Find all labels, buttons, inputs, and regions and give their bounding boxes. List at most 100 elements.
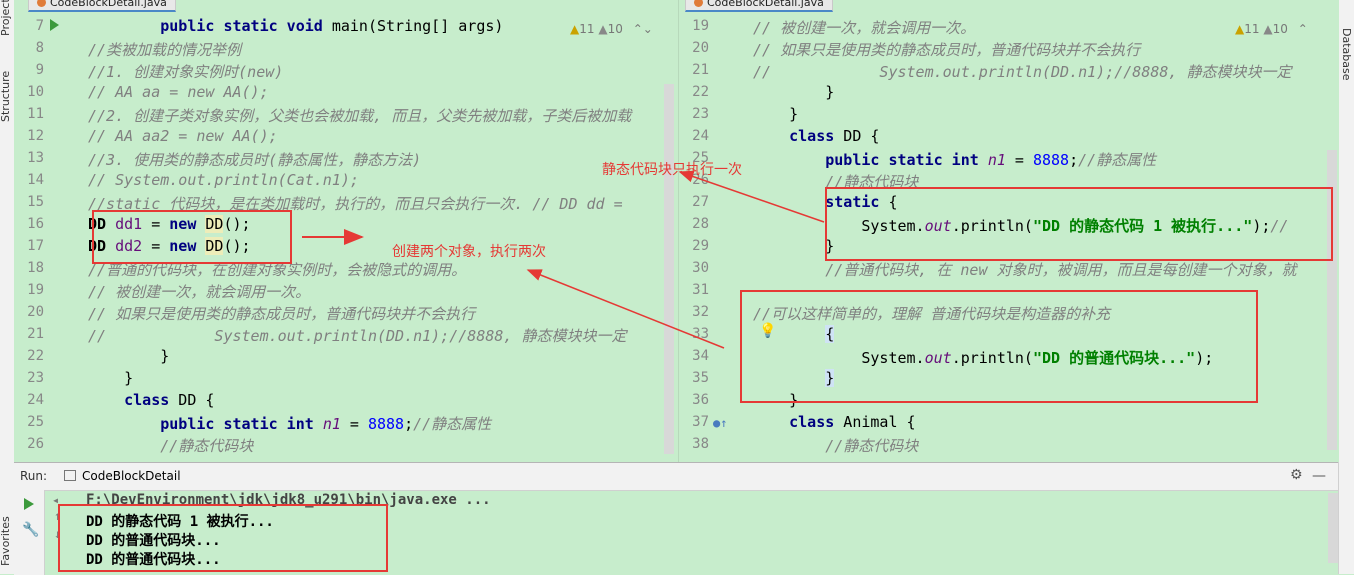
code-line[interactable]: // 被创建一次，就会调用一次。 [753, 17, 975, 38]
line-number: 22 [27, 348, 44, 364]
line-number: 23 [27, 370, 44, 386]
line-number: 29 [692, 238, 709, 254]
run-gutter-icon[interactable] [50, 19, 59, 31]
editor-tab-right[interactable]: CodeBlockDetail.java [685, 0, 833, 12]
line-number: 24 [692, 128, 709, 144]
annotation-static-once: 静态代码块只执行一次 [602, 162, 742, 178]
run-toolbar: 🔧 [14, 490, 45, 575]
run-config-label: CodeBlockDetail [82, 469, 181, 483]
line-number: 37 [692, 414, 709, 430]
warning-icon: ▲ [570, 22, 580, 36]
left-tool-strip: Project Structure Favorites [0, 0, 15, 574]
line-number: 10 [27, 84, 44, 100]
code-line[interactable]: //静态代码块 [88, 435, 253, 456]
editor-scrollbar-left[interactable] [664, 84, 674, 454]
console-scrollbar[interactable] [1328, 493, 1338, 563]
annotation-box-new-objects [92, 210, 292, 264]
code-line[interactable]: public static void main(String[] args) [88, 17, 503, 35]
line-number: 35 [692, 370, 709, 386]
line-number: 31 [692, 282, 709, 298]
line-number: 34 [692, 348, 709, 364]
line-number: 9 [35, 62, 44, 78]
code-line[interactable]: // AA aa = new AA(); [88, 83, 269, 101]
line-number: 27 [692, 194, 709, 210]
code-line[interactable]: // 如果只是使用类的静态成员时，普通代码块并不会执行 [88, 303, 475, 324]
inspection-hints[interactable]: ▲11 ▲10 ⌃⌄ [570, 22, 653, 36]
code-line[interactable]: public static int n1 = 8888;//静态属性 [753, 149, 1156, 170]
line-number: 15 [27, 194, 44, 210]
line-number: 19 [27, 282, 44, 298]
code-line[interactable]: } [88, 347, 169, 365]
run-config-tab[interactable]: CodeBlockDetail [64, 469, 181, 483]
code-line[interactable]: //类被加载的情况举例 [88, 39, 241, 60]
line-number: 8 [35, 40, 44, 56]
code-line[interactable]: // System.out.println(DD.n1);//8888, 静态模… [88, 325, 626, 346]
chevron-down-icon[interactable]: ⌄ [643, 22, 653, 36]
line-number: 12 [27, 128, 44, 144]
code-line[interactable]: } [753, 105, 798, 123]
code-line[interactable]: //普通代码块, 在 new 对象时，被调用，而且是每创建一个对象，就 [753, 259, 1296, 280]
annotation-box-static-block [825, 187, 1333, 261]
line-number: 25 [27, 414, 44, 430]
code-line[interactable]: // System.out.println(Cat.n1); [88, 171, 359, 189]
database-tool-tab[interactable]: Database [1340, 28, 1353, 81]
java-file-icon [37, 0, 46, 7]
code-line[interactable]: } [753, 237, 834, 255]
favorites-tool-tab[interactable]: Favorites [0, 516, 12, 566]
code-line[interactable]: } [753, 83, 834, 101]
minimize-icon[interactable]: — [1312, 468, 1326, 484]
chevron-up-icon[interactable]: ⌃ [1298, 22, 1308, 36]
line-number: 19 [692, 18, 709, 34]
wrench-icon[interactable]: 🔧 [22, 522, 39, 538]
console-icon [64, 470, 76, 481]
line-number: 20 [692, 40, 709, 56]
line-number: 21 [692, 62, 709, 78]
line-number: 11 [27, 106, 44, 122]
code-line[interactable]: public static int n1 = 8888;//静态属性 [88, 413, 491, 434]
settings-gear-icon[interactable]: ⚙ [1290, 467, 1303, 483]
code-line[interactable]: //3. 使用类的静态成员时(静态属性，静态方法) [88, 149, 421, 170]
run-panel-header: Run: CodeBlockDetail ⚙ — [14, 463, 1338, 491]
code-line[interactable]: // 如果只是使用类的静态成员时，普通代码块并不会执行 [753, 39, 1140, 60]
line-number: 7 [35, 18, 44, 34]
chevron-up-icon[interactable]: ⌃ [633, 22, 643, 36]
line-number: 17 [27, 238, 44, 254]
code-line[interactable]: // AA aa2 = new AA(); [88, 127, 278, 145]
warning-count: 11 [1244, 22, 1260, 36]
code-line[interactable]: //1. 创建对象实例时(new) [88, 61, 283, 82]
code-line[interactable]: //静态代码块 [753, 435, 918, 456]
weak-warning-icon: ▲ [1263, 22, 1273, 36]
editor-tab-left[interactable]: CodeBlockDetail.java [28, 0, 176, 12]
code-line[interactable]: // System.out.println(DD.n1);//8888, 静态模… [753, 61, 1291, 82]
line-number: 33 [692, 326, 709, 342]
warning-count: 11 [579, 22, 595, 36]
annotation-two-objects: 创建两个对象，执行两次 [392, 244, 546, 260]
line-number: 18 [27, 260, 44, 276]
code-line[interactable]: class Animal { [753, 413, 915, 431]
editor-tab-label: CodeBlockDetail.java [50, 0, 167, 9]
rerun-icon[interactable] [24, 498, 34, 510]
override-marker-icon[interactable]: ●↑ [713, 416, 727, 430]
code-line[interactable]: class DD { [753, 127, 879, 145]
line-number: 20 [27, 304, 44, 320]
line-number: 22 [692, 84, 709, 100]
line-number: 38 [692, 436, 709, 452]
code-line[interactable]: class DD { [88, 391, 214, 409]
inspection-hints[interactable]: ▲11 ▲10 ⌃ [1235, 22, 1308, 36]
weak-warning-count: 10 [607, 22, 623, 36]
line-number: 13 [27, 150, 44, 166]
editor-tab-label: CodeBlockDetail.java [707, 0, 824, 9]
project-tool-tab[interactable]: Project [0, 0, 12, 36]
line-number: 16 [27, 216, 44, 232]
code-line[interactable]: // 被创建一次，就会调用一次。 [88, 281, 310, 302]
run-label: Run: [20, 469, 48, 483]
line-number: 26 [27, 436, 44, 452]
structure-tool-tab[interactable]: Structure [0, 71, 12, 122]
line-number: 28 [692, 216, 709, 232]
code-line[interactable]: } [88, 369, 133, 387]
annotation-box-instance-block [740, 290, 1258, 403]
java-file-icon [694, 0, 703, 7]
annotation-box-console-output [58, 504, 388, 572]
code-line[interactable]: //2. 创建子类对象实例，父类也会被加载, 而且，父类先被加载，子类后被加载 [88, 105, 631, 126]
weak-warning-count: 10 [1272, 22, 1288, 36]
